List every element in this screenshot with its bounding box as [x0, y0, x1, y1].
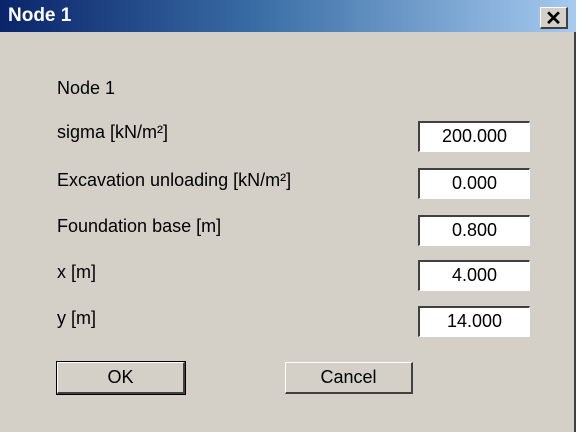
- cancel-button[interactable]: Cancel: [285, 362, 413, 394]
- sigma-input[interactable]: 200.000: [418, 121, 530, 152]
- close-button[interactable]: ✕: [540, 7, 568, 30]
- excavation-unloading-label: Excavation unloading [kN/m²]: [57, 170, 292, 190]
- excavation-unloading-input[interactable]: 0.000: [418, 168, 530, 199]
- ok-button[interactable]: OK: [56, 361, 186, 395]
- title-bar: Node 1 ✕: [0, 0, 576, 32]
- y-input[interactable]: 14.000: [418, 306, 530, 337]
- close-icon: ✕: [545, 8, 562, 30]
- node-dialog: Node 1 ✕ Node 1 sigma [kN/m²] 200.000 Ex…: [0, 0, 576, 432]
- dialog-heading: Node 1: [57, 78, 116, 98]
- x-input[interactable]: 4.000: [418, 260, 530, 291]
- x-label: x [m]: [57, 262, 96, 282]
- foundation-base-label: Foundation base [m]: [57, 216, 222, 236]
- sigma-label: sigma [kN/m²]: [57, 122, 169, 142]
- window-title: Node 1: [8, 5, 72, 26]
- foundation-base-input[interactable]: 0.800: [418, 215, 530, 246]
- y-label: y [m]: [57, 308, 96, 328]
